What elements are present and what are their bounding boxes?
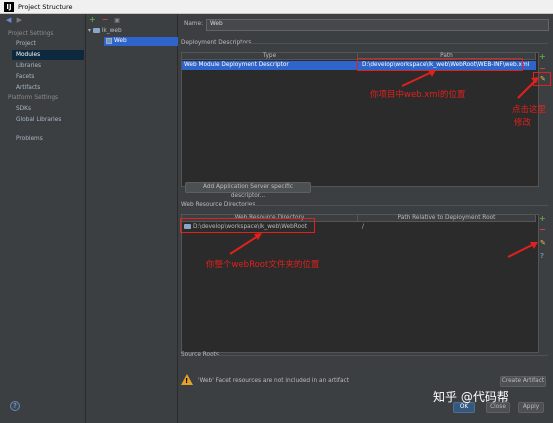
annotation-webxml-location: 你项目中web.xml的位置	[370, 90, 466, 100]
zhihu-watermark: 知乎 @代码帮	[433, 390, 509, 404]
annotation-arrow	[517, 79, 537, 99]
annotation-arrows	[229, 70, 539, 258]
annotation-arrow	[507, 243, 535, 258]
annotation-webroot-location: 你整个webRoot文件夹的位置	[206, 260, 320, 270]
annotation-arrow	[401, 71, 433, 87]
annotation-modify: 修改	[514, 118, 532, 128]
annotation-arrow	[229, 235, 259, 255]
annotation-click-here: 点击这里	[512, 105, 547, 115]
